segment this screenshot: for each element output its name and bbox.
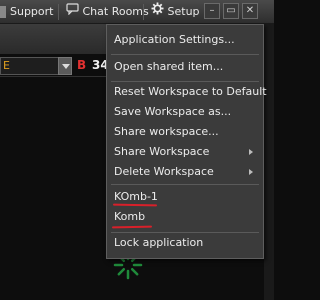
submenu-arrow-icon [249,149,253,155]
setup-label: Setup [167,5,200,18]
menu-item-label: Delete Workspace [114,165,214,178]
chat-bubble-icon [66,0,79,24]
menu-item-delete-workspace-submenu[interactable]: Delete Workspace [107,162,263,182]
menu-item-share-workspace-dialog[interactable]: Share workspace... [107,122,263,142]
toolbar-divider [143,4,144,20]
gear-icon [151,0,164,24]
submenu-arrow-icon [249,169,253,175]
menu-item-application-settings[interactable]: Application Settings... [107,30,263,50]
red-underline-annotation [111,225,153,229]
setup-button[interactable]: Setup [151,0,200,24]
restore-button[interactable]: ▭ [223,3,239,19]
top-toolbar: Support Chat Rooms Setup – ▭ ✕ [0,0,274,24]
menu-separator [111,184,259,185]
minimize-button[interactable]: – [204,3,220,19]
support-button[interactable]: Support [0,0,53,24]
symbol-input[interactable]: E [0,57,60,75]
menu-item-reset-workspace[interactable]: Reset Workspace to Default [107,82,267,102]
menu-item-open-shared-item[interactable]: Open shared item... [107,57,263,77]
toolbar-divider [58,4,59,20]
support-icon [0,6,6,18]
setup-menu: Application Settings... Open shared item… [106,24,267,259]
close-button[interactable]: ✕ [242,3,258,19]
panel-divider [0,76,110,77]
chat-rooms-button[interactable]: Chat Rooms [66,0,149,24]
menu-separator [111,54,259,55]
chat-rooms-label: Chat Rooms [82,5,149,18]
menu-item-lock-application[interactable]: Lock application [107,233,263,253]
menu-item-share-workspace-submenu[interactable]: Share Workspace [107,142,263,162]
menu-item-label: Share Workspace [114,145,210,158]
menu-item-workspace-komb[interactable]: Komb [107,207,263,227]
scroll-gutter [264,24,274,300]
symbol-dropdown-button[interactable] [58,57,72,75]
menu-item-save-workspace-as[interactable]: Save Workspace as... [107,102,263,122]
support-label: Support [10,5,54,18]
alert-indicator: B [77,58,87,72]
